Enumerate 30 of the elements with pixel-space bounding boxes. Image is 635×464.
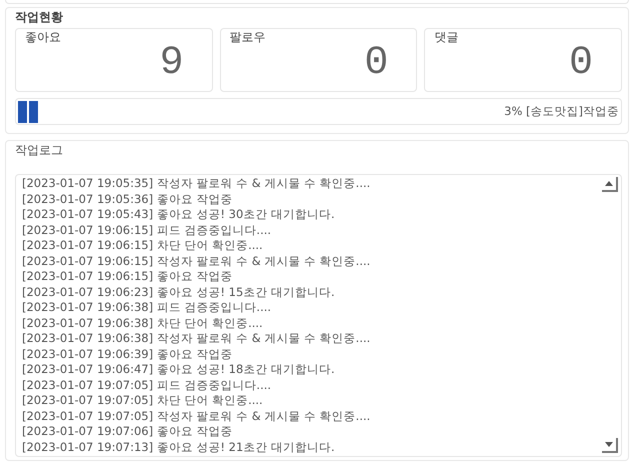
down-arrow-icon xyxy=(605,442,613,447)
panel-title: 작업현황 xyxy=(15,9,64,26)
log-line: [2023-01-07 19:06:39] 좋아요 작업중 xyxy=(22,346,234,362)
scroll-up-button[interactable] xyxy=(602,177,618,192)
log-line: [2023-01-07 19:06:15] 피드 검증중입니다.... xyxy=(22,222,272,238)
up-arrow-icon xyxy=(605,181,613,186)
log-line: [2023-01-07 19:06:38] 작성자 팔로워 수 & 게시물 수 확인중.... xyxy=(22,331,372,346)
log-line: [2023-01-07 19:06:15] 차단 단어 확인중.... xyxy=(22,238,264,254)
log-line: [2023-01-07 19:07:13] 좋아요 성공! 21초간 대기합니다. xyxy=(22,440,336,455)
progress-text: 3% [송도맛집]작업중 xyxy=(504,104,619,119)
counter-label: 팔로우 xyxy=(230,29,266,46)
panel-title: 작업로그 xyxy=(15,142,64,159)
log-line: [2023-01-07 19:06:47] 좋아요 성공! 18초간 대기합니다. xyxy=(22,362,336,378)
counter-label: 댓글 xyxy=(434,29,458,46)
counter-value: 0 xyxy=(364,41,388,87)
log-line: [2023-01-07 19:07:05] 피드 검증중입니다.... xyxy=(22,378,272,393)
log-line: [2023-01-07 19:06:38] 차단 단어 확인중.... xyxy=(22,316,264,331)
log-line: [2023-01-07 19:06:15] 좋아요 작업중 xyxy=(22,269,234,284)
log-line: [2023-01-07 19:07:06] 좋아요 작업중 xyxy=(22,424,234,440)
log-line: [2023-01-07 19:06:38] 피드 검증중입니다.... xyxy=(22,300,272,316)
log-line: [2023-01-07 19:06:23] 좋아요 성공! 15초간 대기합니다. xyxy=(22,284,336,300)
counter-label: 좋아요 xyxy=(25,29,61,46)
log-line: [2023-01-07 19:05:43] 좋아요 성공! 30초간 대기합니다. xyxy=(22,207,336,222)
log-line: [2023-01-07 19:07:05] 차단 단어 확인중.... xyxy=(22,393,264,408)
counter-value: 0 xyxy=(569,41,594,87)
log-line: [2023-01-07 19:05:36] 좋아요 작업중 xyxy=(22,192,234,207)
log-line: [2023-01-07 19:07:05] 작성자 팔로워 수 & 게시물 수 확인중.... xyxy=(22,408,372,424)
log-line: [2023-01-07 19:06:15] 작성자 팔로워 수 & 게시물 수 확인중.... xyxy=(22,254,372,269)
counter-value: 9 xyxy=(160,41,184,87)
log-line: [2023-01-07 19:05:35] 작성자 팔로워 수 & 게시물 수 확인중.... xyxy=(22,176,372,192)
